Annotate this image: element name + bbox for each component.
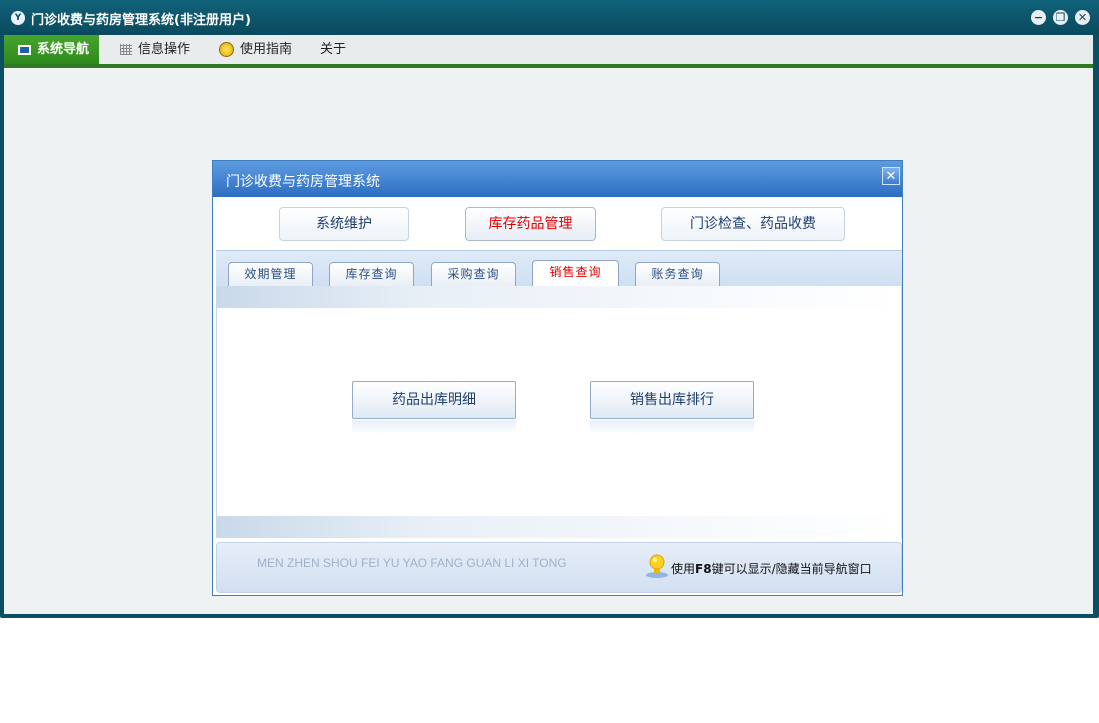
dialog-close-button[interactable]: ✕	[882, 167, 900, 185]
dialog-title-bar: 门诊收费与药房管理系统 ✕	[213, 161, 902, 197]
lightbulb-icon	[646, 554, 668, 578]
minimize-button[interactable]: −	[1031, 10, 1046, 25]
tab-strip: 效期管理 库存查询 采购查询 销售查询 账务查询	[216, 250, 902, 287]
sales-outbound-ranking-button[interactable]: 销售出库排行	[590, 381, 754, 419]
tab-inventory-query[interactable]: 库存查询	[329, 262, 414, 286]
footer-pinyin-text: MEN ZHEN SHOU FEI YU YAO FANG GUAN LI XI…	[257, 556, 567, 570]
tab-accounts-query[interactable]: 账务查询	[635, 262, 720, 286]
navigation-dialog: 门诊收费与药房管理系统 ✕ 系统维护 库存药品管理 门诊检查、药品收费 效期管理…	[212, 160, 903, 596]
tab-panel: 药品出库明细 销售出库排行	[216, 286, 902, 538]
menu-bar: 系统导航 信息操作 使用指南 关于	[4, 35, 1093, 64]
menu-item-system-nav[interactable]: 系统导航	[4, 35, 100, 64]
menu-item-about[interactable]: 关于	[320, 35, 346, 64]
app-logo-icon: Y	[11, 11, 25, 25]
close-button[interactable]: ✕	[1075, 10, 1090, 25]
drug-outbound-detail-button[interactable]: 药品出库明细	[352, 381, 516, 419]
guide-icon	[219, 42, 234, 57]
system-maintenance-button[interactable]: 系统维护	[279, 207, 409, 241]
panel-top-stripe	[217, 286, 901, 308]
tab-expiry-management[interactable]: 效期管理	[228, 262, 313, 286]
tab-sales-query[interactable]: 销售查询	[532, 260, 619, 287]
footer-tip: 使用F8键可以显示/隐藏当前导航窗口	[671, 562, 872, 576]
menu-item-info-ops[interactable]: 信息操作	[120, 35, 190, 64]
title-bar: Y 门诊收费与药房管理系统(非注册用户) − ❐ ✕	[0, 0, 1099, 35]
dialog-footer: MEN ZHEN SHOU FEI YU YAO FANG GUAN LI XI…	[216, 542, 902, 593]
dialog-title: 门诊收费与药房管理系统	[226, 174, 380, 190]
window-title: 门诊收费与药房管理系统(非注册用户)	[31, 13, 251, 28]
restore-button[interactable]: ❐	[1053, 10, 1068, 25]
grid-icon	[120, 44, 132, 55]
button-reflection	[352, 420, 516, 434]
inventory-drug-management-button[interactable]: 库存药品管理	[465, 207, 596, 241]
clinic-exam-drug-fee-button[interactable]: 门诊检查、药品收费	[661, 207, 845, 241]
menu-item-guide[interactable]: 使用指南	[219, 35, 292, 64]
shortcut-key: F8	[695, 562, 712, 576]
button-reflection	[590, 420, 754, 434]
monitor-icon	[18, 44, 31, 55]
panel-bottom-stripe	[217, 516, 901, 538]
tab-purchase-query[interactable]: 采购查询	[431, 262, 516, 286]
